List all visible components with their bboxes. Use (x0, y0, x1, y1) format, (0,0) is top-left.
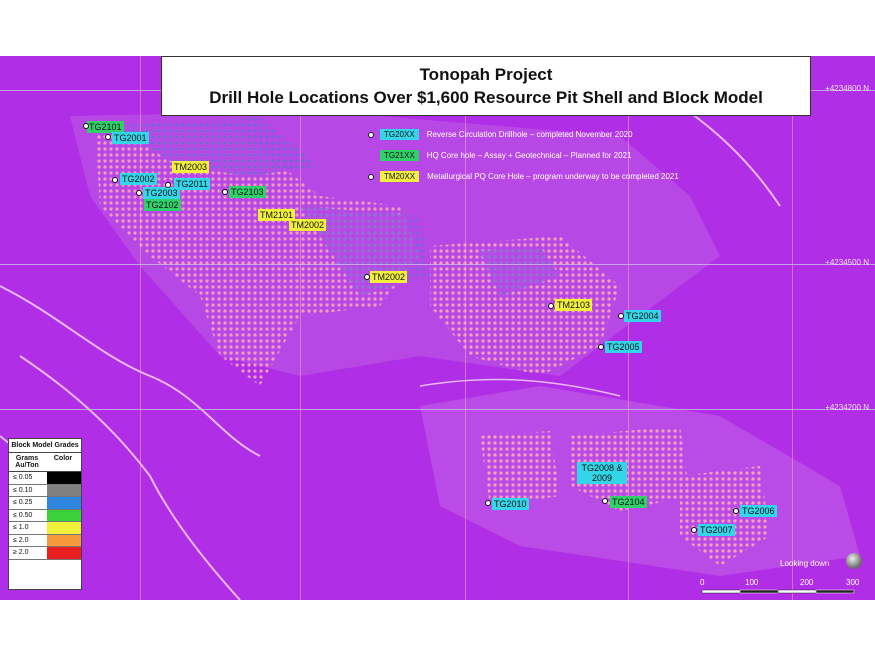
scale-bar-graphic (701, 589, 855, 594)
legend-text-hq: HQ Core hole – Assay + Geotechnical – Pl… (426, 151, 632, 160)
drill-hole-label: TG2008 & 2009 (577, 462, 627, 484)
drill-hole-label: TG2006 (740, 505, 777, 517)
orientation-globe-icon (846, 553, 862, 569)
grade-color-swatch (47, 484, 81, 496)
grade-range-label: ≤ 2.0 (13, 536, 29, 544)
collar-dot (112, 177, 118, 183)
scale-tick: 0 (700, 578, 705, 587)
scale-tick: 300 (846, 578, 860, 587)
grade-table-col2: Color (53, 455, 73, 462)
collar-dot (691, 527, 697, 533)
drill-hole-label: TM2002 (370, 271, 408, 283)
northing-label: +4234800 N (825, 84, 869, 93)
grade-color-swatch (47, 472, 81, 484)
grade-legend-table: Block Model Grades Grams Au/Ton Color ≤ … (8, 438, 82, 590)
collar-dot (165, 182, 171, 188)
drill-hole-label: TG2102 (144, 199, 181, 211)
drill-hole-label: TG2001 (112, 132, 149, 144)
grade-color-swatch (47, 497, 81, 509)
drill-hole-label: TG2103 (229, 186, 266, 198)
drill-hole-label: TG2004 (624, 310, 661, 322)
map-title: Tonopah Project (419, 65, 553, 84)
collar-dot (136, 190, 142, 196)
legend-tag-pq: TM20XX (380, 171, 420, 182)
grade-color-swatch (47, 534, 81, 546)
view-direction-label: Looking down (780, 559, 830, 568)
drill-hole-label: TG2005 (605, 341, 642, 353)
grade-table-row: ≤ 1.0 (9, 522, 81, 535)
collar-dot (598, 344, 604, 350)
drill-hole-label: TG2104 (610, 496, 647, 508)
grid-line (0, 409, 875, 410)
grade-color-swatch (47, 522, 81, 534)
legend-hq: TG21XX HQ Core hole – Assay + Geotechnic… (368, 150, 631, 161)
legend-dot (368, 131, 374, 138)
collar-dot (364, 274, 370, 280)
legend-rc: TG20XX Reverse Circulation Drillhole – c… (368, 129, 633, 140)
scale-bar: 0 100 200 300 (700, 578, 860, 598)
northing-label: +4234200 N (825, 403, 869, 412)
grade-table-header: Grams Au/Ton Color (9, 453, 81, 472)
legend-tag-hq: TG21XX (380, 150, 419, 161)
grade-color-swatch (47, 547, 81, 559)
grade-table-row: ≤ 0.05 (9, 472, 81, 485)
drill-hole-label: TG2007 (698, 524, 735, 536)
drill-hole-label: TG2003 (143, 187, 180, 199)
scale-tick: 200 (800, 578, 814, 587)
legend-text-pq: Metallurgical PQ Core Hole – program und… (427, 172, 679, 181)
grade-range-label: ≤ 0.50 (13, 511, 33, 519)
grade-table-title: Block Model Grades (9, 439, 81, 453)
collar-dot (105, 134, 111, 140)
map-title-box: Tonopah Project Drill Hole Locations Ove… (161, 56, 811, 116)
grade-table-col1: Grams Au/Ton (15, 455, 39, 469)
grid-line (792, 56, 793, 600)
legend-dot (368, 173, 374, 180)
drill-hole-label: TG2002 (120, 173, 157, 185)
grade-table-row: ≥ 2.0 (9, 547, 81, 560)
collar-dot (222, 189, 228, 195)
grade-range-label: ≤ 0.10 (13, 486, 33, 494)
grade-range-label: ≥ 2.0 (13, 549, 29, 557)
collar-dot (618, 313, 624, 319)
drill-hole-label: TG2010 (492, 498, 529, 510)
collar-dot (83, 123, 89, 129)
grade-color-swatch (47, 509, 81, 521)
grade-table-row: ≤ 0.50 (9, 509, 81, 522)
grade-table-row: ≤ 0.10 (9, 484, 81, 497)
grade-range-label: ≤ 1.0 (13, 524, 29, 532)
grade-range-label: ≤ 0.25 (13, 499, 33, 507)
collar-dot (733, 508, 739, 514)
collar-dot (485, 500, 491, 506)
grid-line (300, 56, 301, 600)
grade-table-rows: ≤ 0.05 ≤ 0.10 ≤ 0.25 ≤ 0.50 ≤ 1.0 ≤ 2.0 ≥ 2.0 (9, 472, 81, 560)
collar-dot (548, 303, 554, 309)
grade-table-row: ≤ 2.0 (9, 534, 81, 547)
legend-tag-rc: TG20XX (380, 129, 419, 140)
northing-label: +4234500 N (825, 258, 869, 267)
map-subtitle: Drill Hole Locations Over $1,600 Resourc… (209, 88, 763, 107)
legend-pq: TM20XX Metallurgical PQ Core Hole – prog… (368, 171, 679, 182)
legend-text-rc: Reverse Circulation Drillhole – complete… (426, 130, 633, 139)
drill-hole-label: TM2003 (172, 161, 210, 173)
grade-table-row: ≤ 0.25 (9, 497, 81, 510)
drill-hole-label: TM2002 (289, 219, 327, 231)
drill-hole-label: TM2103 (555, 299, 593, 311)
collar-dot (602, 498, 608, 504)
grid-line (0, 264, 875, 265)
grade-range-label: ≤ 0.05 (13, 474, 33, 482)
scale-tick: 100 (745, 578, 759, 587)
